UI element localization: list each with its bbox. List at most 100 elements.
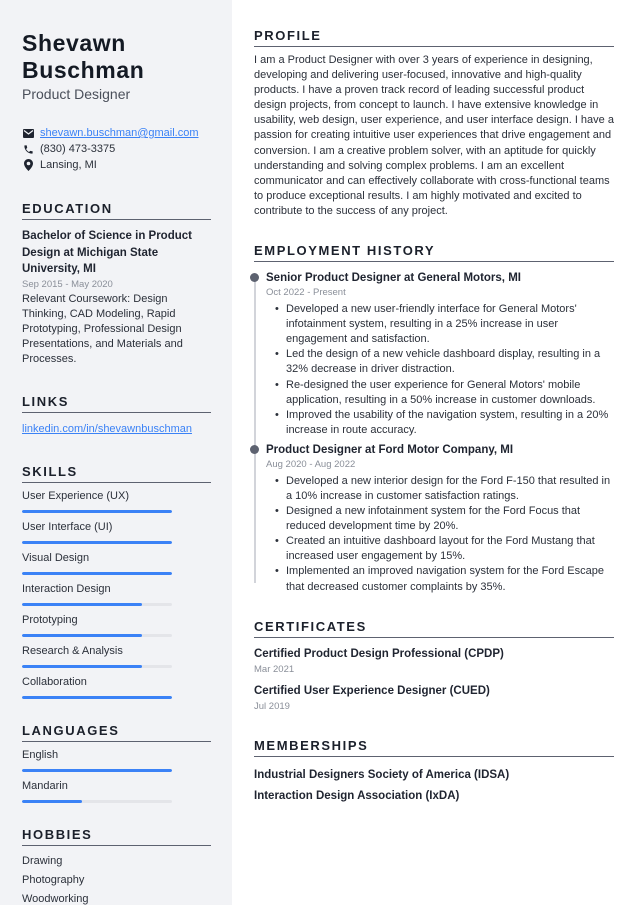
certificate-date: Mar 2021 (254, 663, 295, 675)
skill-item: User Experience (UX) (22, 488, 211, 517)
hobbies-section: HOBBIES Drawing Photography Woodworking (22, 827, 211, 905)
language-level-fill (22, 799, 82, 803)
location: Lansing, MI (40, 159, 97, 171)
skill-item: Research & Analysis (22, 643, 211, 672)
links-heading: LINKS (22, 394, 211, 413)
candidate-name: Shevawn Buschman (22, 30, 211, 84)
language-level-fill (22, 768, 172, 772)
skill-level-track (22, 602, 172, 606)
education-section: EDUCATION Bachelor of Science in Product… (22, 201, 211, 368)
education-dates: Sep 2015 - May 2020 (22, 278, 113, 290)
envelope-icon (22, 127, 34, 139)
employment-heading: EMPLOYMENT HISTORY (254, 243, 614, 263)
language-item: Mandarin (22, 778, 211, 807)
hobby-item: Photography (22, 873, 85, 886)
skill-item: Prototyping (22, 612, 211, 641)
skill-level-fill (22, 509, 172, 513)
skills-heading: SKILLS (22, 464, 211, 483)
links-section: LINKS linkedin.com/in/shevawnbuschman (22, 394, 211, 437)
contact-list: shevawn.buschman@gmail.com (830) 473-337… (22, 125, 211, 173)
education-heading: EDUCATION (22, 201, 211, 220)
skill-label: Collaboration (22, 675, 87, 688)
job-dates: Aug 2020 - Aug 2022 (266, 458, 356, 470)
skill-level-fill (22, 602, 142, 606)
memberships-heading: MEMBERSHIPS (254, 738, 614, 757)
name-last: Buschman (22, 57, 145, 83)
job-entry: Product Designer at Ford Motor Company, … (250, 442, 614, 595)
profile-heading: PROFILE (254, 28, 614, 47)
language-level-track (22, 768, 172, 772)
certificate-name: Certified Product Design Professional (C… (254, 647, 504, 660)
language-label: English (22, 748, 59, 761)
skill-level-track (22, 571, 172, 575)
contact-email: shevawn.buschman@gmail.com (22, 125, 211, 141)
profile-text: I am a Product Designer with over 3 year… (254, 54, 614, 217)
memberships-section: MEMBERSHIPS Industrial Designers Society… (254, 738, 614, 807)
employment-section: EMPLOYMENT HISTORY Senior Product Design… (250, 243, 614, 595)
skills-list: User Experience (UX) User Interface (UI) V… (22, 488, 211, 703)
skills-section: SKILLS User Experience (UX) User Interfac… (22, 464, 211, 703)
achievement-item: Developed a new user-friendly interface … (275, 302, 614, 347)
skill-level-track (22, 509, 172, 513)
languages-heading: LANGUAGES (22, 723, 211, 742)
membership-item: Industrial Designers Society of America … (254, 768, 510, 781)
skill-label: User Experience (UX) (22, 489, 129, 502)
phone-number: (830) 473-3375 (40, 143, 116, 155)
certificate-item: Certified Product Design Professional (C… (254, 646, 614, 677)
skill-level-fill (22, 664, 142, 668)
skill-item: Visual Design (22, 550, 211, 579)
skill-item: Collaboration (22, 674, 211, 703)
job-achievements: Developed a new interior design for the … (266, 474, 614, 595)
job-dates: Oct 2022 - Present (266, 287, 346, 299)
skill-item: User Interface (UI) (22, 519, 211, 548)
map-pin-icon (22, 159, 34, 171)
profile-section: PROFILE I am a Product Designer with ove… (254, 28, 614, 219)
certificate-name: Certified User Experience Designer (CUED… (254, 684, 490, 697)
job-entry: Senior Product Designer at General Motor… (250, 270, 614, 438)
email-link[interactable]: shevawn.buschman@gmail.com (40, 125, 199, 141)
job-title: Product Designer (22, 86, 131, 102)
timeline-dot-icon (250, 273, 259, 283)
achievement-item: Created an intuitive dashboard layout fo… (275, 534, 614, 564)
skill-level-track (22, 695, 172, 699)
achievement-item: Implemented an improved navigation syste… (275, 564, 614, 594)
hobbies-heading: HOBBIES (22, 827, 211, 846)
linkedin-link[interactable]: linkedin.com/in/shevawnbuschman (22, 421, 211, 437)
job-title: Product Designer at Ford Motor Company, … (266, 443, 514, 456)
timeline-dot-icon (250, 444, 259, 454)
language-item: English (22, 747, 211, 776)
languages-section: LANGUAGES English Mandarin (22, 723, 211, 807)
hobby-item: Woodworking (22, 892, 89, 905)
skill-label: Interaction Design (22, 582, 111, 595)
hobby-item: Drawing (22, 854, 63, 867)
sidebar: Shevawn Buschman Product Designer shevaw… (0, 0, 232, 905)
achievement-item: Improved the usability of the navigation… (275, 408, 614, 438)
skill-level-fill (22, 571, 172, 575)
contact-phone: (830) 473-3375 (22, 141, 211, 157)
contact-location: Lansing, MI (22, 157, 211, 173)
certificates-heading: CERTIFICATES (254, 619, 614, 638)
skill-level-track (22, 633, 172, 637)
job-achievements: Developed a new user-friendly interface … (266, 302, 614, 438)
skill-label: Research & Analysis (22, 644, 123, 657)
membership-item: Interaction Design Association (IxDA) (254, 789, 460, 802)
name-first: Shevawn (22, 30, 126, 56)
certificates-section: CERTIFICATES Certified Product Design Pr… (254, 619, 614, 714)
education-degree: Bachelor of Science in Product Design at… (22, 230, 192, 275)
skill-item: Interaction Design (22, 581, 211, 610)
main-content: PROFILE I am a Product Designer with ove… (250, 0, 614, 831)
skill-level-fill (22, 540, 172, 544)
skill-level-track (22, 664, 172, 668)
achievement-item: Designed a new infotainment system for t… (275, 504, 614, 534)
skill-label: Prototyping (22, 613, 78, 626)
skill-label: User Interface (UI) (22, 520, 113, 533)
education-description: Relevant Coursework: Design Thinking, CA… (22, 292, 183, 366)
skill-level-fill (22, 695, 172, 699)
achievement-item: Led the design of a new vehicle dashboar… (275, 347, 614, 377)
skill-level-track (22, 540, 172, 544)
certificate-item: Certified User Experience Designer (CUED… (254, 683, 614, 714)
skill-level-fill (22, 633, 142, 637)
skill-label: Visual Design (22, 551, 90, 564)
achievement-item: Developed a new interior design for the … (275, 474, 614, 504)
certificates-list: Certified Product Design Professional (C… (254, 646, 614, 714)
